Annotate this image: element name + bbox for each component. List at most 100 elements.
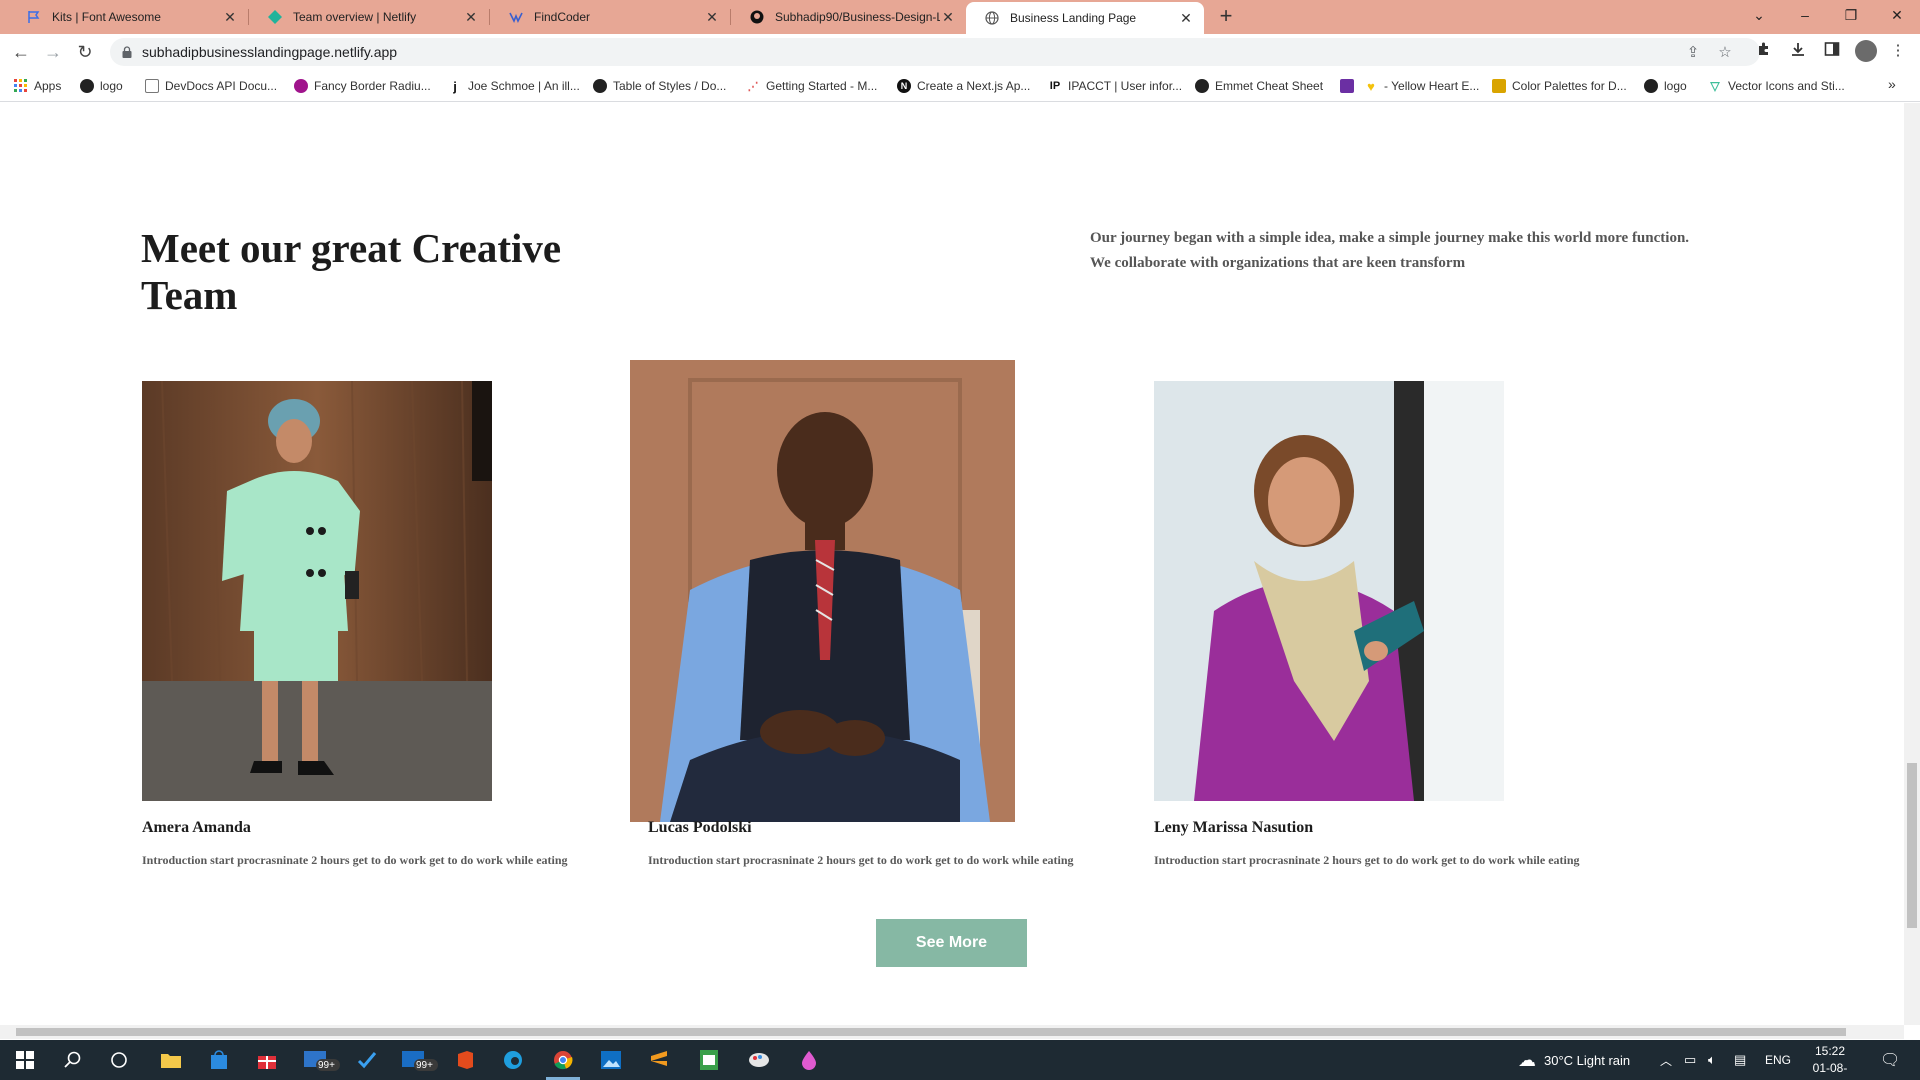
- bookmark-fancy-border[interactable]: Fancy Border Radiu...: [294, 77, 431, 95]
- emmet-icon: [1195, 79, 1209, 93]
- bookmark-label: DevDocs API Docu...: [165, 79, 278, 93]
- bookmark-label: logo: [100, 79, 123, 93]
- vector-icon: ▽: [1710, 79, 1720, 93]
- bookmark-vector-icons[interactable]: ▽ Vector Icons and Sti...: [1708, 77, 1844, 95]
- close-tab-icon[interactable]: ✕: [1178, 10, 1194, 27]
- bookmark-label: Apps: [34, 79, 62, 93]
- bookmark-ui[interactable]: [1340, 77, 1360, 95]
- browser-toolbar: ← → ↻ subhadipbusinesslandingpage.netlif…: [0, 34, 1920, 70]
- team-photo-amera-amanda: [142, 381, 492, 801]
- ui-icon: [1340, 79, 1354, 93]
- tab-business-landing-page[interactable]: Business Landing Page ✕: [966, 2, 1204, 34]
- globe-icon: [1644, 79, 1658, 93]
- devdocs-icon: [145, 79, 159, 93]
- kebab-menu-icon[interactable]: ⋮: [1888, 41, 1908, 61]
- download-icon[interactable]: [1788, 41, 1808, 61]
- file-explorer-icon[interactable]: [158, 1048, 184, 1072]
- extensions-puzzle-icon[interactable]: [1754, 41, 1774, 61]
- section-intro: Our journey began with a simple idea, ma…: [1090, 230, 1690, 271]
- bookmark-logo-2[interactable]: logo: [1644, 77, 1687, 95]
- see-more-button[interactable]: See More: [876, 919, 1027, 967]
- back-arrow-icon[interactable]: ←: [10, 41, 32, 63]
- language-indicator[interactable]: ENG: [1765, 1040, 1791, 1080]
- bookmark-joe-schmoe[interactable]: j Joe Schmoe | An ill...: [448, 77, 580, 95]
- store-icon[interactable]: [206, 1048, 232, 1072]
- bookmark-ipacct[interactable]: IP IPACCT | User infor...: [1048, 77, 1182, 95]
- sublime-text-icon[interactable]: [646, 1048, 672, 1072]
- netlify-icon: [267, 9, 283, 25]
- profile-avatar[interactable]: [1855, 40, 1877, 62]
- close-window-button[interactable]: ✕: [1874, 0, 1920, 30]
- search-icon[interactable]: [60, 1048, 86, 1072]
- bookmark-emmet[interactable]: Emmet Cheat Sheet: [1195, 77, 1323, 95]
- tab-netlify[interactable]: Team overview | Netlify ✕: [249, 0, 489, 34]
- horizontal-scroll-thumb[interactable]: [16, 1028, 1846, 1036]
- todo-icon[interactable]: [354, 1048, 380, 1072]
- close-tab-icon[interactable]: ✕: [940, 9, 956, 26]
- paint-icon[interactable]: [746, 1048, 772, 1072]
- gift-icon[interactable]: [254, 1048, 280, 1072]
- windows-start-icon[interactable]: [12, 1048, 38, 1072]
- new-tab-button[interactable]: +: [1214, 5, 1238, 29]
- bookmark-label: Joe Schmoe | An ill...: [468, 79, 580, 93]
- tab-github[interactable]: Subhadip90/Business-Design-La ✕: [731, 0, 966, 34]
- side-panel-icon[interactable]: [1822, 41, 1842, 61]
- bookmark-getting-started[interactable]: ⋰ Getting Started - M...: [746, 77, 878, 95]
- weather-text: 30°C Light rain: [1544, 1052, 1631, 1068]
- bookmark-apps[interactable]: Apps: [14, 77, 61, 95]
- photos-icon[interactable]: [598, 1048, 624, 1072]
- bookmark-table-of-styles[interactable]: Table of Styles / Do...: [593, 77, 726, 95]
- bookmark-star-icon[interactable]: ☆: [1716, 44, 1734, 62]
- cortana-icon[interactable]: [106, 1048, 132, 1072]
- office-icon[interactable]: [452, 1048, 478, 1072]
- notifications-icon[interactable]: 🗨︎: [1880, 1040, 1900, 1080]
- restore-button[interactable]: ❐: [1828, 0, 1874, 30]
- bookmark-label: - Yellow Heart E...: [1384, 79, 1480, 93]
- bookmark-yellow-heart[interactable]: ♥ - Yellow Heart E...: [1364, 77, 1479, 95]
- vertical-scroll-thumb[interactable]: [1907, 763, 1917, 928]
- tab-title: Business Landing Page: [1010, 11, 1137, 25]
- j-icon: j: [453, 78, 457, 94]
- bookmark-logo[interactable]: logo: [80, 77, 123, 95]
- bookmarks-bar: Apps logo DevDocs API Docu... Fancy Bord…: [0, 70, 1920, 102]
- share-icon[interactable]: ⇪: [1684, 44, 1702, 62]
- windows-taskbar: 99+ 99+ ☁ 30°C Light rain ︿ ▭ 🔈︎ ▤ ENG 1…: [0, 1040, 1920, 1080]
- address-bar[interactable]: subhadipbusinesslandingpage.netlify.app …: [110, 38, 1760, 66]
- horizontal-scrollbar[interactable]: [0, 1025, 1904, 1039]
- bookmark-devdocs[interactable]: DevDocs API Docu...: [145, 77, 277, 95]
- github-icon: [749, 9, 765, 25]
- bookmark-label: Fancy Border Radiu...: [314, 79, 431, 93]
- battery-icon[interactable]: ▭: [1684, 1040, 1696, 1080]
- close-tab-icon[interactable]: ✕: [222, 9, 238, 26]
- tab-strip: Kits | Font Awesome ✕ Team overview | Ne…: [0, 0, 1920, 34]
- system-clock[interactable]: 15:22 01-08-2022: [1800, 1043, 1860, 1080]
- outlook-badge: 99+: [416, 1060, 433, 1071]
- findcoder-icon: [508, 9, 524, 25]
- close-tab-icon[interactable]: ✕: [463, 9, 479, 26]
- member-description: Introduction start procrasninate 2 hours…: [142, 853, 568, 867]
- tab-font-awesome[interactable]: Kits | Font Awesome ✕: [8, 0, 248, 34]
- forward-arrow-icon[interactable]: →: [42, 41, 64, 63]
- tab-findcoder[interactable]: FindCoder ✕: [490, 0, 730, 34]
- edge-icon[interactable]: [500, 1048, 526, 1072]
- more-bookmarks-chevron-icon[interactable]: »: [1888, 76, 1896, 92]
- member-name: Lucas Podolski: [648, 819, 752, 836]
- weather-widget[interactable]: ☁ 30°C Light rain: [1518, 1040, 1630, 1080]
- chrome-icon[interactable]: [550, 1048, 576, 1072]
- bookmark-label: Color Palettes for D...: [1512, 79, 1627, 93]
- bookmark-label: IPACCT | User infor...: [1068, 79, 1183, 93]
- bookmark-color-palettes[interactable]: Color Palettes for D...: [1492, 77, 1627, 95]
- keyboard-icon[interactable]: ▤: [1734, 1040, 1746, 1080]
- sheets-icon[interactable]: [696, 1048, 722, 1072]
- bookmark-label: Emmet Cheat Sheet: [1215, 79, 1324, 93]
- tab-search-icon[interactable]: ⌄: [1736, 0, 1782, 30]
- reload-icon[interactable]: ↻: [74, 41, 96, 63]
- fancy-border-icon: [294, 79, 308, 93]
- volume-icon[interactable]: 🔈︎: [1708, 1040, 1716, 1080]
- minimize-button[interactable]: –: [1782, 0, 1828, 30]
- tray-chevron-icon[interactable]: ︿: [1660, 1040, 1672, 1080]
- close-tab-icon[interactable]: ✕: [704, 9, 720, 26]
- bookmark-nextjs[interactable]: N Create a Next.js Ap...: [897, 77, 1030, 95]
- vertical-scrollbar[interactable]: [1904, 103, 1920, 1025]
- color-drop-icon[interactable]: [796, 1048, 822, 1072]
